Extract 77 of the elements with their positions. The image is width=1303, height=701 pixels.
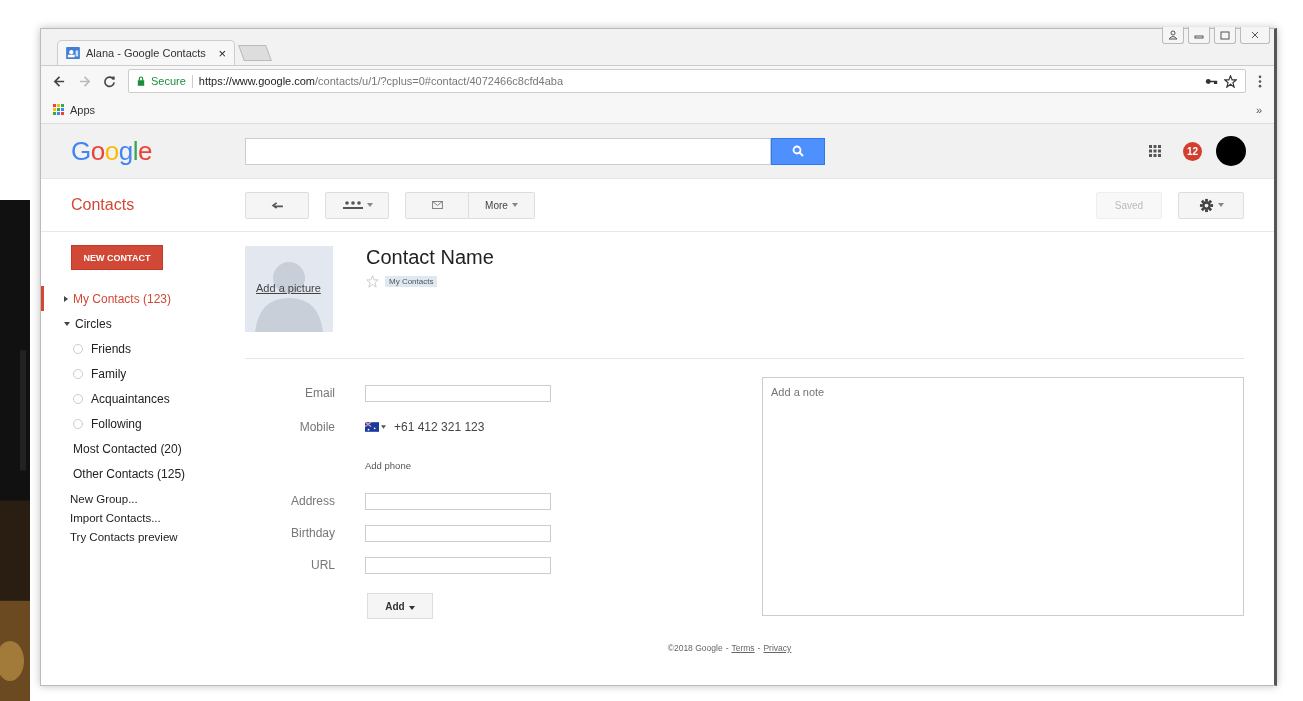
reload-icon[interactable] [103,74,116,88]
footer-link[interactable]: Privacy [763,643,792,653]
search-field[interactable] [245,137,771,165]
sidebar-item[interactable]: Family [41,361,245,386]
apps-bookmark[interactable]: Apps [53,103,96,116]
envelope-icon [431,201,443,209]
field-label: Mobile [299,420,335,434]
avatar[interactable] [1216,136,1246,166]
sidebar-item[interactable]: Friends [41,336,245,361]
browser-tab[interactable]: Alana - Google Contacts × [57,40,235,65]
text-field[interactable] [365,524,551,542]
add-picture-link[interactable]: Add a picture [256,282,321,294]
sidebar-item[interactable]: Circles [41,311,245,336]
maximize-icon[interactable] [1214,27,1236,44]
contact-name: Contact Name [366,246,494,269]
settings-icon [1198,197,1214,213]
close-tab-button[interactable]: × [218,45,226,61]
phone-number[interactable]: +61 412 321 123 [394,420,485,434]
back-icon[interactable] [53,74,66,88]
menu-icon[interactable] [1258,74,1262,88]
sidebar-item-label: Other Contacts (125) [73,466,186,481]
caret-icon [408,605,415,610]
sidebar-link[interactable]: New Group... [70,490,245,509]
email-button[interactable] [405,191,469,219]
note-field[interactable]: Add a note [762,377,1244,616]
apps-grid-icon [53,104,64,115]
notification-badge[interactable]: 12 [1183,141,1202,161]
people-dropdown-button[interactable] [325,191,389,219]
group-tag[interactable]: My Contacts [385,276,438,287]
expand-triangle-icon[interactable] [64,295,68,302]
sidebar-item[interactable]: Most Contacted (20) [41,436,245,461]
sidebar-link[interactable]: Import Contacts... [70,509,245,528]
flag-icon [365,422,379,432]
field-label: Email [305,386,335,400]
caret-icon [511,203,518,207]
apps-grid-icon[interactable] [1149,145,1161,157]
lock-icon [137,76,145,86]
field-label: Birthday [290,526,335,540]
copyright-text: ©2018 Google [667,643,723,653]
close-icon[interactable] [1240,27,1270,44]
sidebar-item-label: My Contacts (123) [73,291,172,306]
google-logo: Google [71,135,153,167]
text-field[interactable] [365,384,551,402]
sidebar-item-label: Circles [75,316,112,331]
field-label: Address [290,494,335,508]
caret-icon [381,425,386,429]
separator: - [757,643,761,653]
minimize-icon[interactable] [1188,27,1210,44]
sidebar-link[interactable]: Try Contacts preview [70,528,245,547]
back-arrow-icon [270,200,284,210]
add-field-button[interactable]: Add [367,593,433,619]
bookmarks-overflow[interactable]: » [1255,103,1262,116]
people-icon [341,200,363,210]
address-bar[interactable]: Secure https://www.google.com/contacts/u/1/?cplus=0#contact/4072466c8cfd4aba [128,69,1246,93]
contacts-icon [66,47,80,59]
search-button[interactable] [771,137,825,165]
text-field[interactable] [365,556,551,574]
sidebar-item[interactable]: Other Contacts (125) [41,461,245,486]
caret-icon [1217,203,1224,207]
search-icon [792,145,804,157]
sidebar-item[interactable]: Acquaintances [41,386,245,411]
profile-icon[interactable] [1162,27,1184,44]
sidebar-item[interactable]: Following [41,411,245,436]
separator: - [725,643,729,653]
expand-triangle-icon[interactable] [64,321,70,326]
caret-icon [366,203,373,207]
star-icon[interactable] [1224,74,1237,88]
field-label: URL [311,558,335,572]
settings-button[interactable] [1178,191,1244,219]
country-dropdown[interactable] [365,422,386,432]
add-phone-link[interactable]: Add phone [365,459,411,471]
new-contact-button[interactable]: NEW CONTACT [71,245,163,270]
more-button[interactable]: More [469,191,535,219]
footer-link[interactable]: Terms [731,643,755,653]
sidebar-item-label: Most Contacted (20) [73,441,182,456]
text-field[interactable] [365,492,551,510]
app-title: Contacts [71,196,136,214]
